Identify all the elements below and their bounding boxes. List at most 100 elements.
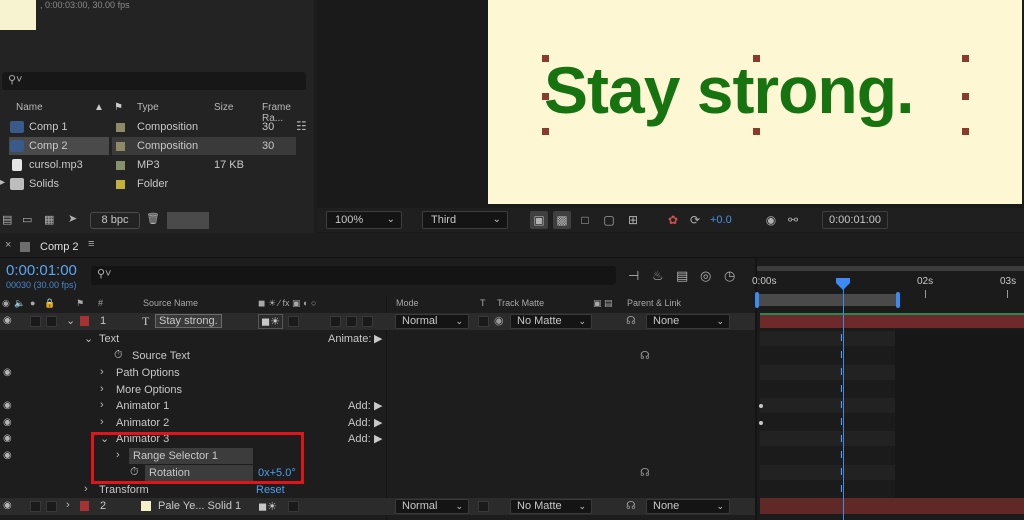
play-menu-icon[interactable]: ▶ <box>374 399 382 412</box>
playhead-line[interactable] <box>843 283 844 520</box>
column-size[interactable]: Size <box>214 102 233 113</box>
video-switch-icon[interactable]: ◉ <box>2 298 10 309</box>
chevron-right-icon[interactable]: › <box>100 399 104 411</box>
eye-icon[interactable]: ◉ <box>3 315 12 326</box>
transform-handle[interactable] <box>542 128 549 135</box>
label-swatch[interactable] <box>116 161 125 170</box>
exposure-reset-icon[interactable]: ⟳ <box>686 211 704 229</box>
chevron-down-icon[interactable]: ⌄ <box>84 332 93 345</box>
column-track-matte[interactable]: Track Matte <box>497 298 544 308</box>
chevron-right-icon[interactable]: › <box>84 483 88 495</box>
play-menu-icon[interactable]: ▶ <box>374 332 382 345</box>
timeline-current-time[interactable]: 0:00:01:00 <box>6 262 77 279</box>
layer-row-1[interactable]: ◉ ⌄ 1 T Stay strong. ◼☀ Normal ⌄ ◉ No Ma… <box>0 313 755 330</box>
preserve-transparency-toggle[interactable] <box>478 501 489 512</box>
transform-handle[interactable] <box>753 128 760 135</box>
shy-collapse-switches[interactable]: ◼☀ <box>258 314 283 329</box>
lock-toggle[interactable] <box>46 501 57 512</box>
property-more-options[interactable]: › More Options <box>0 382 755 399</box>
column-mode[interactable]: Mode <box>396 298 419 308</box>
project-item-cursol-mp3[interactable]: cursol.mp3 MP3 17 KB <box>0 156 296 174</box>
property-source-text[interactable]: ⏱ Source Text ☊ <box>0 348 755 365</box>
new-folder-icon[interactable]: ▭ <box>22 215 32 226</box>
reset-link[interactable]: Reset <box>256 484 285 496</box>
property-text[interactable]: ⌄ Text Animate: ▶ <box>0 331 755 348</box>
label-swatch[interactable] <box>116 142 125 151</box>
lock-icon[interactable]: 🔒 <box>44 298 55 309</box>
sort-ascending-icon[interactable]: ▲ <box>94 102 104 113</box>
new-composition-icon[interactable]: ▦ <box>44 215 54 226</box>
grid-guides-icon[interactable]: ⊞ <box>624 211 642 229</box>
transform-handle[interactable] <box>542 93 549 100</box>
layer-duration-bar-2[interactable] <box>760 498 1024 514</box>
eye-icon[interactable]: ◉ <box>3 450 12 461</box>
work-area-end-handle[interactable] <box>896 292 900 308</box>
solo-toggle[interactable] <box>30 316 41 327</box>
matte-link-icon[interactable]: ◉ <box>494 314 504 327</box>
label-swatch[interactable] <box>116 123 125 132</box>
zoom-dropdown[interactable]: 100% ⌄ <box>326 211 402 229</box>
3d-layer-switch[interactable] <box>362 316 373 327</box>
channel-icon[interactable]: ✿ <box>664 211 682 229</box>
pick-whip-icon[interactable]: ☊ <box>626 314 636 327</box>
viewer-current-time[interactable]: 0:00:01:00 <box>822 211 888 229</box>
track-matte-dropdown[interactable]: No Matte ⌄ <box>510 499 592 514</box>
trash-icon[interactable]: 🗑 <box>146 214 160 225</box>
eye-icon[interactable]: ◉ <box>3 400 12 411</box>
work-area-start-handle[interactable] <box>755 292 759 308</box>
property-transform[interactable]: › Transform Reset <box>0 482 755 499</box>
solo-icon[interactable]: ● <box>30 298 35 308</box>
quality-switch[interactable] <box>288 316 299 327</box>
transform-handle[interactable] <box>542 55 549 62</box>
graph-editor-icon[interactable]: ◷ <box>724 269 735 282</box>
adjust-icon[interactable]: ➤ <box>68 214 77 225</box>
chevron-right-icon[interactable]: › <box>100 383 104 395</box>
eye-icon[interactable]: ◉ <box>3 367 12 378</box>
project-item-solids[interactable]: ▸ Solids Folder <box>0 175 296 193</box>
solo-toggle[interactable] <box>30 501 41 512</box>
column-source-name[interactable]: Source Name <box>143 298 198 308</box>
parent-dropdown[interactable]: None ⌄ <box>646 314 730 329</box>
property-path-options[interactable]: ◉ › Path Options <box>0 365 755 382</box>
camera-snapshot-icon[interactable]: ◉ <box>762 211 780 229</box>
transparency-grid-icon[interactable]: ▩ <box>553 211 571 229</box>
project-scroll-area[interactable] <box>167 212 209 229</box>
transform-handle[interactable] <box>962 93 969 100</box>
play-menu-icon[interactable]: ▶ <box>374 432 382 445</box>
transform-handle[interactable] <box>962 128 969 135</box>
chevron-right-icon[interactable]: › <box>100 416 104 428</box>
layer-name[interactable]: Stay strong. <box>155 314 222 328</box>
comp-mini-flowchart-icon[interactable]: ⊣ <box>628 269 639 282</box>
label-swatch[interactable] <box>116 180 125 189</box>
chevron-down-icon[interactable]: ⌄ <box>66 314 75 327</box>
property-animator-1[interactable]: ◉ › Animator 1 Add: ▶ <box>0 398 755 415</box>
eye-icon[interactable]: ◉ <box>3 417 12 428</box>
mask-path-icon[interactable]: □ <box>576 211 594 229</box>
keyframe-marker[interactable] <box>759 421 763 425</box>
column-type[interactable]: Type <box>137 102 159 113</box>
timeline-search-input[interactable]: ⚲˅ <box>91 266 616 285</box>
parent-dropdown[interactable]: None ⌄ <box>646 499 730 514</box>
audio-switch-icon[interactable]: 🔈 <box>14 298 25 309</box>
close-icon[interactable]: × <box>5 239 11 251</box>
preserve-transparency-toggle[interactable] <box>478 316 489 327</box>
blend-mode-dropdown[interactable]: Normal ⌄ <box>395 499 469 514</box>
lock-toggle[interactable] <box>46 316 57 327</box>
flowchart-icon[interactable]: ☷ <box>296 120 307 132</box>
bit-depth-button[interactable]: 8 bpc <box>90 212 140 229</box>
blend-mode-dropdown[interactable]: Normal ⌄ <box>395 314 469 329</box>
column-parent-link[interactable]: Parent & Link <box>627 298 681 308</box>
fast-previews-icon[interactable]: ▣ <box>530 211 548 229</box>
work-area-bar[interactable] <box>757 294 899 306</box>
chevron-right-icon[interactable]: › <box>66 499 70 511</box>
chevron-right-icon[interactable]: › <box>100 366 104 378</box>
play-menu-icon[interactable]: ▶ <box>374 416 382 429</box>
layer-duration-bar-1[interactable] <box>760 313 1024 328</box>
transform-handle[interactable] <box>753 55 760 62</box>
layer-label-swatch[interactable] <box>80 501 89 511</box>
exposure-value[interactable]: +0.0 <box>710 214 732 226</box>
track-matte-dropdown[interactable]: No Matte ⌄ <box>510 314 592 329</box>
stopwatch-icon[interactable]: ⏱ <box>114 349 123 362</box>
pick-whip-icon[interactable]: ☊ <box>640 349 650 362</box>
label-tag-icon[interactable]: ⚑ <box>114 102 123 113</box>
